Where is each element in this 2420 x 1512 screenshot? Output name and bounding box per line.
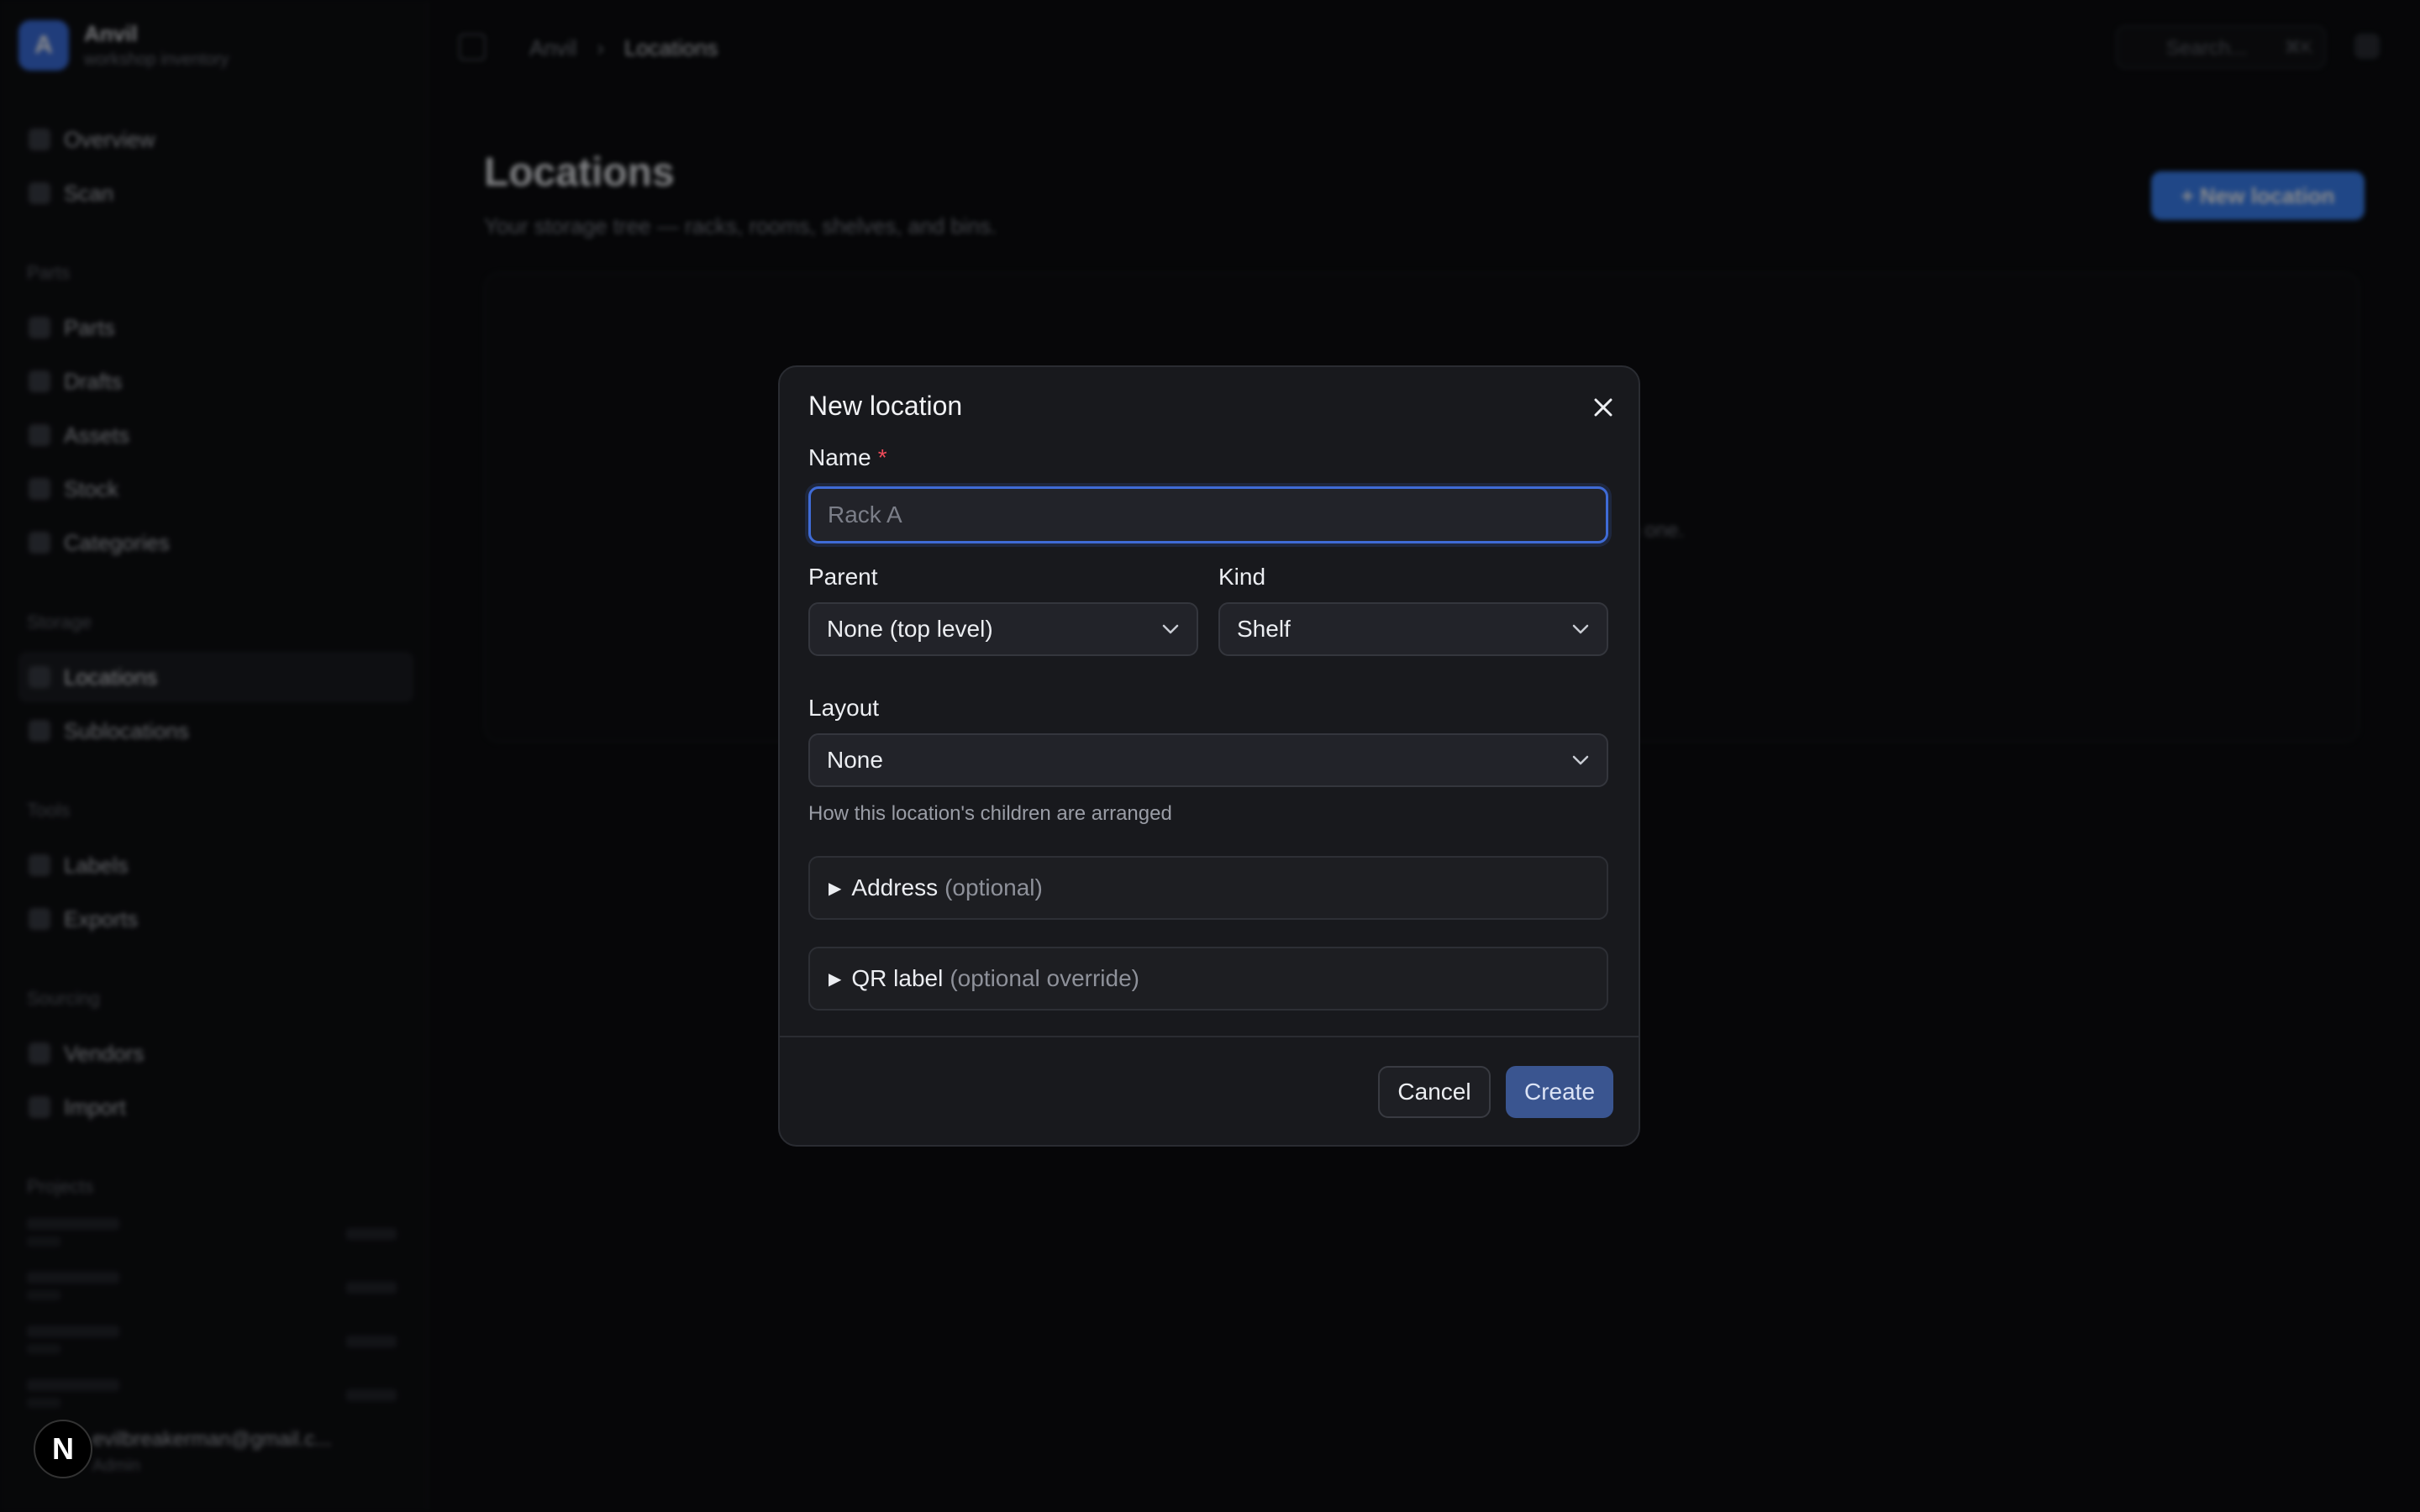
triangle-right-icon: ▶ (829, 969, 842, 989)
chevron-down-icon (1572, 755, 1589, 765)
close-icon (1594, 398, 1612, 417)
address-hint: (optional) (944, 874, 1043, 900)
kind-select[interactable]: Shelf (1218, 602, 1608, 656)
dialog-title: New location (808, 391, 963, 421)
name-input[interactable] (808, 486, 1608, 543)
layout-select-value: None (827, 747, 883, 773)
qr-hint: (optional override) (950, 965, 1139, 991)
parent-select-value: None (top level) (827, 616, 993, 642)
name-label: Name * (808, 444, 887, 471)
layout-label: Layout (808, 695, 880, 721)
address-label: Address (851, 874, 939, 900)
qr-label: QR label (851, 965, 944, 991)
parent-select[interactable]: None (top level) (808, 602, 1198, 656)
create-button[interactable]: Create (1506, 1066, 1613, 1118)
new-location-dialog: New location Name* Parent None (top leve… (778, 365, 1640, 1147)
name-label-text: Name (808, 444, 871, 470)
layout-select[interactable]: None (808, 733, 1608, 787)
address-disclosure[interactable]: ▶ Address (optional) (808, 856, 1608, 920)
layout-helper-text: How this location's children are arrange… (808, 802, 1172, 825)
close-button[interactable] (1586, 391, 1620, 424)
triangle-right-icon: ▶ (829, 879, 842, 898)
qr-label-disclosure[interactable]: ▶ QR label (optional override) (808, 947, 1608, 1011)
nextjs-badge[interactable]: N (34, 1420, 92, 1478)
kind-label: Kind (1218, 564, 1266, 590)
cancel-button[interactable]: Cancel (1378, 1066, 1491, 1118)
chevron-down-icon (1162, 624, 1179, 634)
kind-select-value: Shelf (1237, 616, 1291, 642)
dialog-footer-divider (780, 1036, 1639, 1037)
required-marker: * (877, 444, 887, 470)
chevron-down-icon (1572, 624, 1589, 634)
parent-label: Parent (808, 564, 878, 590)
